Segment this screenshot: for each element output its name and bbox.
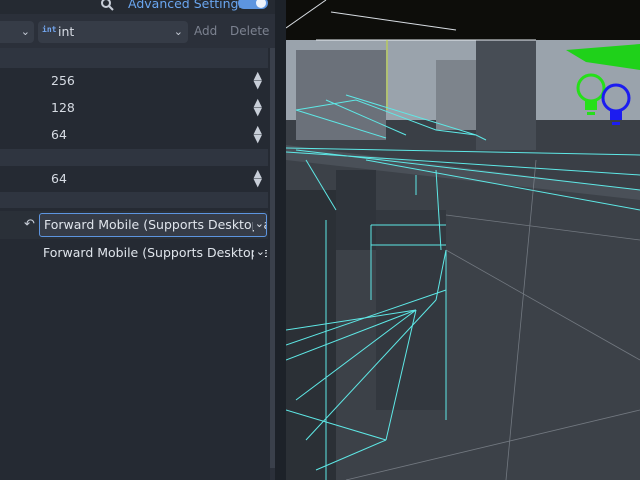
spinbox-arrows-icon[interactable]: ▲ ▼ bbox=[254, 168, 262, 188]
property-value[interactable]: 256 bbox=[51, 73, 75, 88]
property-row[interactable]: 128 ▲ ▼ bbox=[0, 95, 268, 121]
property-value[interactable]: 64 bbox=[51, 127, 67, 142]
type-dropdown[interactable]: int int ⌄ bbox=[38, 21, 188, 43]
section-header bbox=[0, 48, 268, 68]
add-setting-row: ⌄ int int ⌄ Add Delete bbox=[0, 19, 275, 45]
toggle-knob bbox=[256, 0, 266, 8]
advanced-settings-label: Advanced Settings bbox=[128, 0, 245, 11]
chevron-down-icon: ⌄ bbox=[252, 217, 264, 230]
spinbox-arrows-icon[interactable]: ▲ ▼ bbox=[254, 124, 262, 144]
settings-list: 256 ▲ ▼ 128 ▲ ▼ 64 ▲ ▼ 64 ▲ ▼ bbox=[0, 48, 270, 480]
rendering-method-row: ↶ Forward Mobile (Supports Desktop and M… bbox=[0, 211, 268, 239]
spinbox-arrows-icon[interactable]: ▲ ▼ bbox=[254, 97, 262, 117]
project-settings-panel: Advanced Settings ⌄ int int ⌄ Add Delete… bbox=[0, 0, 275, 480]
add-button[interactable]: Add bbox=[194, 24, 217, 38]
delete-button[interactable]: Delete bbox=[230, 24, 269, 38]
rendering-method-mobile-value: Forward Mobile (Supports Desktop and Mob… bbox=[43, 245, 267, 260]
spinbox-arrows-icon[interactable]: ▲ ▼ bbox=[254, 70, 262, 90]
rendering-method-mobile-select[interactable]: Forward Mobile (Supports Desktop and Mob… bbox=[39, 242, 267, 264]
rendering-method-select[interactable]: Forward Mobile (Supports Desktop and Mob… bbox=[39, 213, 267, 237]
int-type-icon: int bbox=[42, 25, 57, 34]
search-icon[interactable] bbox=[100, 0, 116, 13]
property-row[interactable]: 64 ▲ ▼ bbox=[0, 122, 268, 148]
chevron-down-icon: ⌄ bbox=[253, 245, 265, 258]
rendering-method-value: Forward Mobile (Supports Desktop and Mob… bbox=[44, 217, 266, 232]
property-value[interactable]: 64 bbox=[51, 171, 67, 186]
viewport-scene bbox=[286, 0, 640, 480]
chevron-down-icon: ⌄ bbox=[173, 25, 183, 38]
property-path-dropdown[interactable]: ⌄ bbox=[0, 21, 34, 43]
advanced-settings-toggle[interactable] bbox=[238, 0, 268, 9]
property-value[interactable]: 128 bbox=[51, 100, 75, 115]
3d-viewport[interactable] bbox=[286, 0, 640, 480]
revert-icon[interactable]: ↶ bbox=[24, 217, 35, 232]
chevron-down-icon: ⌄ bbox=[20, 25, 30, 38]
type-dropdown-label: int bbox=[58, 24, 75, 39]
property-row[interactable]: 64 ▲ ▼ bbox=[0, 166, 268, 192]
property-row[interactable]: 256 ▲ ▼ bbox=[0, 68, 268, 94]
filter-bar: Advanced Settings bbox=[0, 0, 275, 14]
scrollbar[interactable] bbox=[270, 48, 275, 468]
section-header bbox=[0, 192, 268, 208]
